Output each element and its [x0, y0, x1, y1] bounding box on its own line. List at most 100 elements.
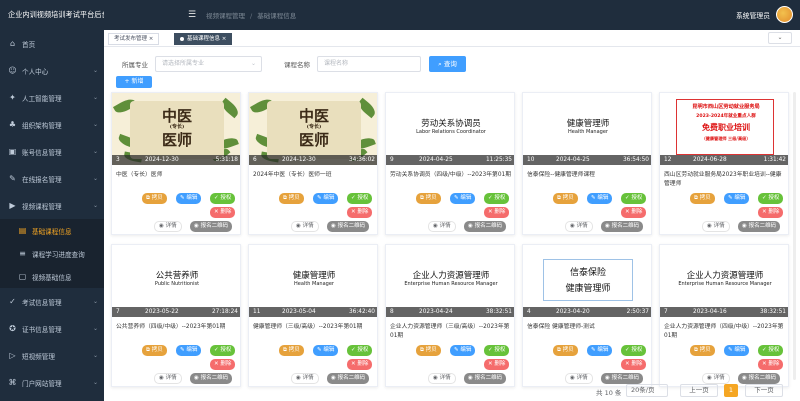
detail-button[interactable]: ◉ 详情 — [565, 373, 593, 384]
page-number[interactable]: 1 — [724, 384, 738, 397]
delete-button[interactable]: ✕ 删除 — [347, 207, 373, 218]
qr-code-button[interactable]: ◉ 报名二维码 — [601, 221, 644, 232]
course-card[interactable]: 信泰保险 健康管理师 4 2023-04-20 2:50:37 信泰保险 健康管理师-测试… — [522, 244, 652, 387]
page-size-select[interactable]: 20条/页 — [626, 384, 668, 397]
sidebar-item[interactable]: ✓ 考试信息管理 ⌄ — [0, 288, 104, 315]
copy-button[interactable]: ⧉ 拷贝 — [416, 345, 441, 356]
copy-button[interactable]: ⧉ 拷贝 — [142, 345, 167, 356]
detail-button[interactable]: ◉ 详情 — [565, 221, 593, 232]
copy-button[interactable]: ⧉ 拷贝 — [279, 193, 304, 204]
auth-button[interactable]: ✓ 授权 — [484, 345, 510, 356]
detail-button[interactable]: ◉ 详情 — [291, 373, 319, 384]
sidebar-item[interactable]: ♣ 组织架构管理 ⌄ — [0, 111, 104, 138]
close-icon[interactable]: × — [222, 36, 227, 42]
edit-button[interactable]: ✎ 编辑 — [587, 193, 613, 204]
course-card[interactable]: 企业人力资源管理师 Enterprise Human Resource Manag… — [659, 244, 789, 387]
course-thumbnail[interactable]: 公共营养师 Public Nutritionist 7 2023-05-22 27:18… — [112, 245, 240, 317]
delete-button[interactable]: ✕ 删除 — [621, 359, 647, 370]
edit-button[interactable]: ✎ 编辑 — [176, 193, 202, 204]
course-thumbnail[interactable]: 劳动关系协调员 Labor Relations Coordinator 9 2024-… — [386, 93, 514, 165]
scrollbar[interactable] — [793, 92, 796, 380]
auth-button[interactable]: ✓ 授权 — [484, 193, 510, 204]
sidebar-item[interactable]: ✎ 在线报名管理 ⌄ — [0, 165, 104, 192]
qr-code-button[interactable]: ◉ 报名二维码 — [464, 221, 507, 232]
sidebar-item[interactable]: ▤ 基础课程信息 — [0, 219, 104, 242]
delete-button[interactable]: ✕ 删除 — [484, 207, 510, 218]
delete-button[interactable]: ✕ 删除 — [758, 359, 784, 370]
sidebar-item[interactable]: ✦ 人工智能管理 ⌄ — [0, 84, 104, 111]
detail-button[interactable]: ◉ 详情 — [702, 221, 730, 232]
copy-button[interactable]: ⧉ 拷贝 — [690, 345, 715, 356]
copy-button[interactable]: ⧉ 拷贝 — [690, 193, 715, 204]
course-thumbnail[interactable]: 中医 (专长) 医师 6 2024-12-30 34:36:02 — [249, 93, 377, 165]
course-card[interactable]: 公共营养师 Public Nutritionist 7 2023-05-22 27:18… — [111, 244, 241, 387]
sidebar-item[interactable]: ☺ 个人中心 ⌄ — [0, 57, 104, 84]
detail-button[interactable]: ◉ 详情 — [428, 221, 456, 232]
auth-button[interactable]: ✓ 授权 — [210, 193, 236, 204]
sidebar-item[interactable]: ▶ 视频课程管理 ⌄ — [0, 192, 104, 219]
copy-button[interactable]: ⧉ 拷贝 — [553, 193, 578, 204]
qr-code-button[interactable]: ◉ 报名二维码 — [190, 373, 233, 384]
course-name-input[interactable]: 课程名称 — [317, 56, 421, 72]
course-thumbnail[interactable]: 企业人力资源管理师 Enterprise Human Resource Manag… — [386, 245, 514, 317]
course-card[interactable]: 劳动关系协调员 Labor Relations Coordinator 9 2024-… — [385, 92, 515, 235]
copy-button[interactable]: ⧉ 拷贝 — [142, 193, 167, 204]
auth-button[interactable]: ✓ 授权 — [210, 345, 236, 356]
prev-page-button[interactable]: 上一页 — [680, 384, 718, 397]
qr-code-button[interactable]: ◉ 报名二维码 — [327, 221, 370, 232]
auth-button[interactable]: ✓ 授权 — [758, 193, 784, 204]
qr-code-button[interactable]: ◉ 报名二维码 — [327, 373, 370, 384]
copy-button[interactable]: ⧉ 拷贝 — [416, 193, 441, 204]
course-card[interactable]: 健康管理师 Health Manager 10 2024-04-25 36:54:50 信… — [522, 92, 652, 235]
next-page-button[interactable]: 下一页 — [745, 384, 783, 397]
auth-button[interactable]: ✓ 授权 — [621, 345, 647, 356]
auth-button[interactable]: ✓ 授权 — [347, 345, 373, 356]
user-name[interactable]: 系统管理员 — [736, 10, 770, 20]
hamburger-icon[interactable]: ☰ — [188, 10, 200, 20]
delete-button[interactable]: ✕ 删除 — [484, 359, 510, 370]
add-button[interactable]: + 新增 — [116, 76, 152, 88]
course-thumbnail[interactable]: 中医 (专长) 医师 3 2024-12-30 5:31:18 — [112, 93, 240, 165]
edit-button[interactable]: ✎ 编辑 — [450, 193, 476, 204]
breadcrumb-item[interactable]: 视频课程管理 — [206, 12, 245, 20]
auth-button[interactable]: ✓ 授权 — [621, 193, 647, 204]
course-card[interactable]: 中医 (专长) 医师 6 2024-12-30 34:36:02 2024年中医（专长）医师… — [248, 92, 378, 235]
qr-code-button[interactable]: ◉ 报名二维码 — [738, 221, 781, 232]
copy-button[interactable]: ⧉ 拷贝 — [279, 345, 304, 356]
delete-button[interactable]: ✕ 删除 — [210, 207, 236, 218]
course-thumbnail[interactable]: 信泰保险 健康管理师 4 2023-04-20 2:50:37 — [523, 245, 651, 317]
qr-code-button[interactable]: ◉ 报名二维码 — [464, 373, 507, 384]
delete-button[interactable]: ✕ 删除 — [210, 359, 236, 370]
sidebar-item[interactable]: ▢ 视频基础信息 — [0, 265, 104, 288]
course-thumbnail[interactable]: 健康管理师 Health Manager 11 2023-05-04 36:42:40 — [249, 245, 377, 317]
copy-button[interactable]: ⧉ 拷贝 — [553, 345, 578, 356]
tab-exam-publish[interactable]: 考试发布管理 × — [108, 33, 160, 45]
edit-button[interactable]: ✎ 编辑 — [587, 345, 613, 356]
qr-code-button[interactable]: ◉ 报名二维码 — [738, 373, 781, 384]
edit-button[interactable]: ✎ 编辑 — [313, 345, 339, 356]
course-thumbnail[interactable]: 企业人力资源管理师 Enterprise Human Resource Manag… — [660, 245, 788, 317]
detail-button[interactable]: ◉ 详情 — [154, 221, 182, 232]
delete-button[interactable]: ✕ 删除 — [347, 359, 373, 370]
detail-button[interactable]: ◉ 详情 — [291, 221, 319, 232]
avatar[interactable] — [776, 6, 793, 23]
detail-button[interactable]: ◉ 详情 — [702, 373, 730, 384]
detail-button[interactable]: ◉ 详情 — [428, 373, 456, 384]
close-icon[interactable]: × — [149, 36, 154, 42]
auth-button[interactable]: ✓ 授权 — [758, 345, 784, 356]
sidebar-item[interactable]: ⌘ 门户网站管理 ⌄ — [0, 369, 104, 396]
sidebar-item[interactable]: ▣ 账号信息管理 ⌄ — [0, 138, 104, 165]
sidebar-item[interactable]: ≡ 课程学习进度查询 — [0, 242, 104, 265]
sidebar-item[interactable]: ✪ 证书信息管理 ⌄ — [0, 315, 104, 342]
chevron-down-icon[interactable]: ⌄ — [768, 32, 792, 44]
course-card[interactable]: 中医 (专长) 医师 3 2024-12-30 5:31:18 中医（专长）医师 ⧉ 拷贝 ✎ … — [111, 92, 241, 235]
course-card[interactable]: 健康管理师 Health Manager 11 2023-05-04 36:42:40 健… — [248, 244, 378, 387]
edit-button[interactable]: ✎ 编辑 — [176, 345, 202, 356]
course-thumbnail[interactable]: 健康管理师 Health Manager 10 2024-04-25 36:54:50 — [523, 93, 651, 165]
sidebar-item[interactable]: ▷ 短视频管理 ⌄ — [0, 342, 104, 369]
qr-code-button[interactable]: ◉ 报名二维码 — [601, 373, 644, 384]
edit-button[interactable]: ✎ 编辑 — [450, 345, 476, 356]
course-card[interactable]: 昆明市西山区劳动就业服务局 2023-2024年就业重点人群 免费职业培训 （健康管理… — [659, 92, 789, 235]
delete-button[interactable]: ✕ 删除 — [758, 207, 784, 218]
edit-button[interactable]: ✎ 编辑 — [724, 345, 750, 356]
